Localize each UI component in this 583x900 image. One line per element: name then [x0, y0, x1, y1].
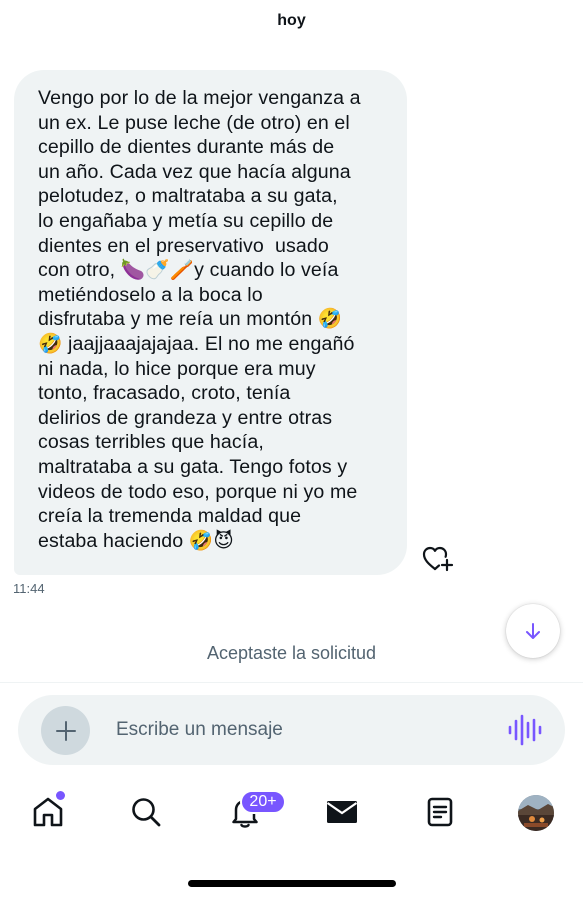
notifications-badge: 20+	[240, 790, 286, 814]
message-input[interactable]	[116, 715, 496, 745]
envelope-icon	[326, 801, 358, 823]
search-icon	[132, 798, 161, 827]
react-button[interactable]	[421, 542, 455, 574]
message-text: Vengo por lo de la mejor venganza a un e…	[38, 87, 361, 552]
voice-wave-icon	[508, 714, 542, 746]
arrow-down-icon	[526, 623, 540, 639]
tab-search[interactable]	[126, 792, 166, 832]
message-timestamp: 11:44	[13, 581, 45, 596]
avatar-image	[518, 795, 554, 831]
document-icon	[427, 797, 453, 827]
add-media-button[interactable]	[41, 706, 90, 755]
date-header: hoy	[277, 12, 306, 29]
tab-messages[interactable]	[322, 792, 362, 832]
bottom-tab-bar: 20+	[0, 780, 583, 846]
plus-icon	[55, 720, 76, 741]
home-indicator	[188, 880, 396, 887]
message-bubble[interactable]: Vengo por lo de la mejor venganza a un e…	[14, 70, 407, 575]
voice-message-button[interactable]	[506, 713, 542, 747]
home-notification-dot	[56, 791, 65, 800]
home-icon	[33, 797, 63, 827]
profile-avatar[interactable]	[518, 795, 554, 831]
message-composer	[18, 695, 565, 765]
heart-plus-icon	[422, 546, 454, 572]
request-accepted-note: Aceptaste la solicitud	[206, 643, 377, 663]
divider	[0, 682, 583, 683]
tab-lists[interactable]	[420, 792, 460, 832]
